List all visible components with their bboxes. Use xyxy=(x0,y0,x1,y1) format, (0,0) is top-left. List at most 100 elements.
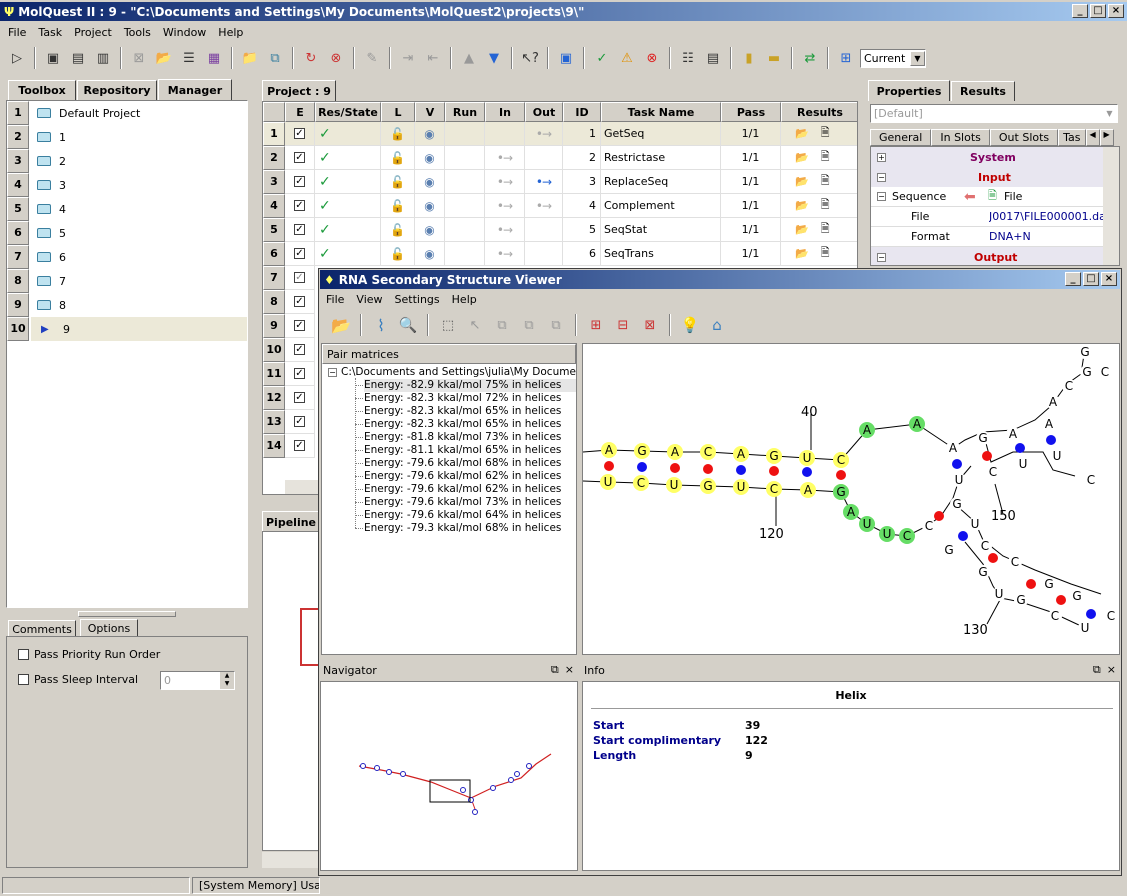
enabled-cell[interactable]: ✓ xyxy=(285,434,315,458)
vertical-bar-icon[interactable]: ▮ xyxy=(738,47,760,69)
open-result-folder-icon[interactable]: 📂 xyxy=(795,247,809,260)
nucleotide[interactable]: G xyxy=(976,565,990,579)
enabled-checkbox[interactable]: ✓ xyxy=(294,392,305,403)
open-file-icon[interactable]: 📂 xyxy=(330,314,352,336)
eye-icon[interactable]: ◉ xyxy=(424,175,434,189)
close-icon[interactable]: × xyxy=(565,663,574,677)
nucleotide[interactable]: A xyxy=(667,444,683,460)
energy-item[interactable]: Energy: -82.3 kkal/mol 65% in helices xyxy=(364,405,561,418)
nucleotide[interactable]: A xyxy=(909,416,925,432)
nucleotide[interactable]: U xyxy=(1016,457,1030,471)
run-icon[interactable]: ▷ xyxy=(6,47,28,69)
unlock-icon[interactable]: 🔓 xyxy=(390,199,405,213)
task-name[interactable]: GetSeq xyxy=(601,122,721,146)
zoom-icon[interactable]: 🔍 xyxy=(397,314,419,336)
warning-icon[interactable]: ⚠ xyxy=(616,47,638,69)
nucleotide[interactable]: C xyxy=(700,444,716,460)
enabled-cell[interactable]: ✓ xyxy=(285,362,315,386)
view-cell[interactable]: ◉ xyxy=(415,218,445,242)
nucleotide[interactable]: A xyxy=(800,482,816,498)
project-item[interactable]: Default Project xyxy=(37,101,247,125)
minimize-button[interactable]: _ xyxy=(1072,4,1088,18)
results-cell[interactable]: 📂 🗎 xyxy=(781,146,857,170)
open-project-icon[interactable]: 📁 xyxy=(239,47,261,69)
rna-minimize-button[interactable]: _ xyxy=(1065,272,1081,286)
nucleotide[interactable]: G xyxy=(950,497,964,511)
enabled-cell[interactable]: ✓ xyxy=(285,338,315,362)
project-item[interactable]: 6 xyxy=(37,245,247,269)
enabled-cell[interactable]: ✓ xyxy=(285,266,315,290)
enabled-cell[interactable]: ✓ xyxy=(285,146,315,170)
unlock-icon[interactable]: 🔓 xyxy=(390,151,405,165)
result-document-icon[interactable]: 🗎 xyxy=(821,244,830,263)
nucleotide[interactable]: C xyxy=(1048,609,1062,623)
collapse-icon[interactable]: − xyxy=(877,172,886,182)
energy-item[interactable]: Energy: -81.1 kkal/mol 65% in helices xyxy=(364,444,561,457)
lock-cell[interactable]: 🔓 xyxy=(381,242,415,266)
spinner-arrows-icon[interactable]: ▲ ▼ xyxy=(220,672,234,689)
close-button[interactable]: × xyxy=(1108,4,1124,18)
nucleotide[interactable]: G xyxy=(942,543,956,557)
splitter-handle[interactable] xyxy=(78,611,176,617)
rna-menu-settings[interactable]: Settings xyxy=(389,293,446,306)
close-icon[interactable]: × xyxy=(1107,663,1116,677)
nucleotide[interactable]: C xyxy=(978,539,992,553)
nucleotide[interactable]: U xyxy=(799,450,815,466)
enabled-cell[interactable]: ✓ xyxy=(285,194,315,218)
enabled-checkbox[interactable]: ✓ xyxy=(294,344,305,355)
enabled-checkbox[interactable]: ✓ xyxy=(294,416,305,427)
column-header[interactable]: Task Name xyxy=(601,102,721,122)
subtab-scroll-right-icon[interactable]: ▶ xyxy=(1099,129,1114,146)
tab-project[interactable]: Project : 9 xyxy=(262,80,336,101)
lock-cell[interactable]: 🔓 xyxy=(381,122,415,146)
nucleotide[interactable]: G xyxy=(1070,589,1084,603)
nucleotide[interactable]: C xyxy=(1008,555,1022,569)
nucleotide[interactable]: C xyxy=(633,475,649,491)
section-system[interactable]: + System xyxy=(871,147,1103,167)
energy-item[interactable]: Energy: -79.6 kkal/mol 62% in helices xyxy=(364,470,561,483)
results-cell[interactable]: 📂 🗎 xyxy=(781,170,857,194)
view-cell[interactable]: ◉ xyxy=(415,242,445,266)
remove-selection-icon[interactable]: ⊟ xyxy=(612,314,634,336)
project-item[interactable]: 7 xyxy=(37,269,247,293)
enabled-checkbox[interactable]: ✓ xyxy=(294,128,305,139)
nucleotide[interactable]: U xyxy=(733,479,749,495)
column-header[interactable]: In xyxy=(485,102,525,122)
task-name[interactable]: ReplaceSeq xyxy=(601,170,721,194)
subtab-general[interactable]: General xyxy=(870,129,932,146)
nucleotide[interactable]: U xyxy=(952,473,966,487)
task-name[interactable]: Restrictase xyxy=(601,146,721,170)
property-format-row[interactable]: Format DNA+N xyxy=(871,227,1103,247)
enabled-cell[interactable]: ✓ xyxy=(285,242,315,266)
nucleotide[interactable]: U xyxy=(968,517,982,531)
result-document-icon[interactable]: 🗎 xyxy=(821,148,830,167)
nucleotide[interactable]: G xyxy=(1080,365,1094,379)
energy-item[interactable]: Energy: -79.6 kkal/mol 68% in helices xyxy=(364,457,561,470)
up-arrow-icon[interactable]: ▲ xyxy=(458,47,480,69)
nucleotide[interactable]: U xyxy=(600,474,616,490)
result-document-icon[interactable]: 🗎 xyxy=(821,196,830,215)
horizontal-bar-icon[interactable]: ▬ xyxy=(763,47,785,69)
pass-sleep-checkbox[interactable] xyxy=(18,674,29,685)
nucleotide[interactable]: G xyxy=(976,431,990,445)
property-vscroll[interactable] xyxy=(1103,147,1119,265)
nucleotide[interactable]: C xyxy=(1062,379,1076,393)
format-value[interactable]: DNA+N xyxy=(989,230,1031,243)
vertical-splitter[interactable] xyxy=(252,80,258,870)
view-mode-select[interactable]: Current ▼ xyxy=(860,48,926,68)
window-icon[interactable]: ▣ xyxy=(555,47,577,69)
menu-window[interactable]: Window xyxy=(157,26,212,39)
expand-icon[interactable]: + xyxy=(877,152,886,162)
collapse-icon[interactable]: − xyxy=(328,367,337,377)
layer2-icon[interactable]: ⧉ xyxy=(518,314,540,336)
add-selection-icon[interactable]: ⊞ xyxy=(585,314,607,336)
nucleotide[interactable]: C xyxy=(766,481,782,497)
grid-view-icon[interactable]: ⊞ xyxy=(835,47,857,69)
view-cell[interactable]: ◉ xyxy=(415,170,445,194)
nucleotide[interactable]: A xyxy=(843,504,859,520)
column-header[interactable]: ID xyxy=(563,102,601,122)
nucleotide[interactable]: G xyxy=(634,443,650,459)
nucleotide[interactable]: C xyxy=(922,519,936,533)
eye-icon[interactable]: ◉ xyxy=(424,247,434,261)
unlock-icon[interactable]: 🔓 xyxy=(390,223,405,237)
